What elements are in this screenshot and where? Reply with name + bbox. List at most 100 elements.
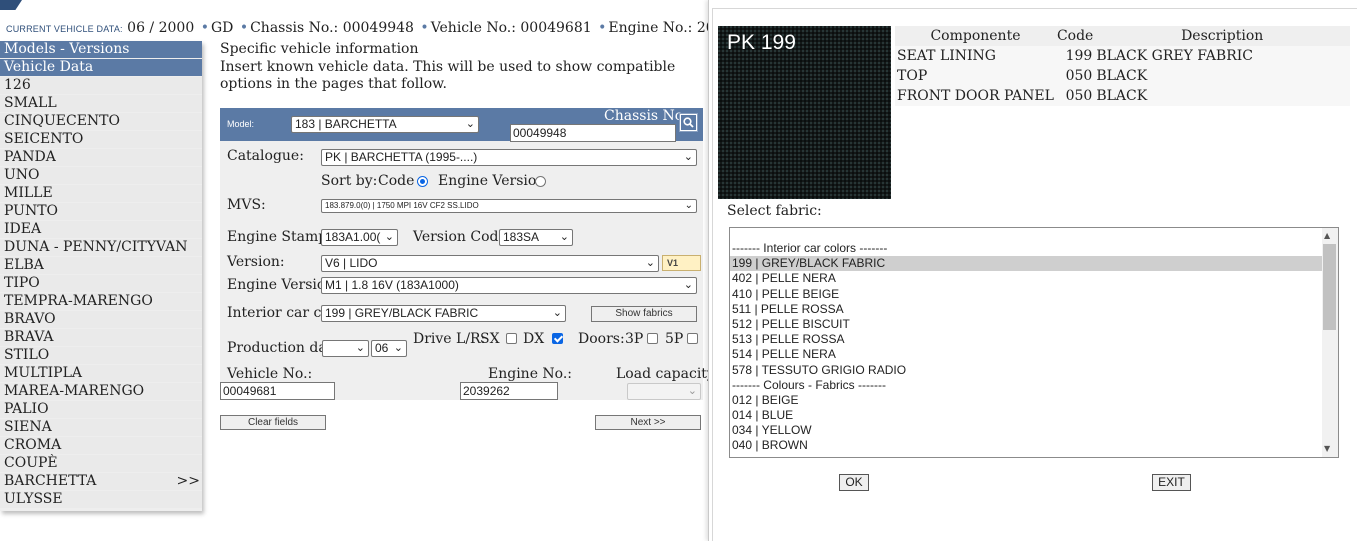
sidebar-item-marea[interactable]: MAREA-MARENGO bbox=[0, 383, 202, 400]
vehicle-no-input[interactable]: 00049681 bbox=[220, 382, 335, 400]
scrollbar-thumb[interactable] bbox=[1323, 244, 1336, 330]
list-item[interactable]: 578 | TESSUTO GRIGIO RADIO bbox=[730, 363, 1322, 378]
sidebar-header-vehicle-data[interactable]: Vehicle Data bbox=[0, 59, 202, 76]
search-button[interactable] bbox=[679, 113, 698, 132]
vehicle-date: 06 / 2000 bbox=[127, 20, 195, 36]
separator-dot: • bbox=[420, 20, 429, 36]
clear-fields-button[interactable]: Clear fields bbox=[220, 415, 326, 430]
chevron-down-icon: ⌄ bbox=[465, 118, 475, 130]
engine-no-input[interactable]: 2039262 bbox=[460, 382, 558, 400]
sort-code-radio[interactable] bbox=[417, 176, 428, 187]
drive-sx-checkbox[interactable] bbox=[506, 333, 517, 344]
chevron-down-icon: ⌄ bbox=[559, 231, 569, 243]
header-componente: Componente bbox=[895, 26, 1056, 46]
mvs-select[interactable]: 183.879.0(0) | 1750 MPI 16V CF2 SS.LIDO ⌄ bbox=[321, 199, 697, 213]
row-code: 050 bbox=[1055, 86, 1095, 106]
search-icon bbox=[681, 115, 696, 130]
production-month-select[interactable]: ⌄ bbox=[322, 340, 369, 357]
sidebar-item-mille[interactable]: MILLE bbox=[0, 185, 202, 202]
sidebar-item-punto[interactable]: PUNTO bbox=[0, 203, 202, 220]
sort-code-label: Code bbox=[378, 173, 415, 189]
list-item[interactable]: 514 | PELLE NERA bbox=[730, 347, 1322, 362]
sidebar-item-coupe[interactable]: COUPÈ bbox=[0, 455, 202, 472]
list-item[interactable]: 410 | PELLE BEIGE bbox=[730, 287, 1322, 302]
swatch-code: PK 199 bbox=[727, 31, 796, 54]
production-year-select[interactable]: 06 ⌄ bbox=[371, 340, 407, 357]
sidebar-item-multipla[interactable]: MULTIPLA bbox=[0, 365, 202, 382]
list-item[interactable]: 511 | PELLE ROSSA bbox=[730, 302, 1322, 317]
row-description: BLACK bbox=[1094, 66, 1350, 86]
sidebar-item-barchetta[interactable]: BARCHETTA >> bbox=[0, 473, 202, 490]
sidebar-item-ulysse[interactable]: ULYSSE bbox=[0, 491, 202, 508]
vehicle-market: GD bbox=[210, 20, 234, 36]
sidebar-item-palio[interactable]: PALIO bbox=[0, 401, 202, 418]
scroll-up-icon[interactable]: ▲ bbox=[1324, 231, 1330, 240]
sidebar-item-duna[interactable]: DUNA - PENNY/CITYVAN bbox=[0, 239, 202, 256]
chevron-down-icon: ⌄ bbox=[552, 307, 562, 319]
interior-select-value: 199 | GREY/BLACK FABRIC bbox=[325, 306, 479, 320]
version-code-label: Version Code: bbox=[413, 229, 512, 245]
mvs-select-value: 183.879.0(0) | 1750 MPI 16V CF2 SS.LIDO bbox=[325, 201, 479, 210]
sidebar-item-small[interactable]: SMALL bbox=[0, 95, 202, 112]
chevron-down-icon: ⌄ bbox=[393, 342, 403, 354]
sidebar: Models - Versions Vehicle Data 126 SMALL… bbox=[0, 41, 202, 511]
sidebar-item-croma[interactable]: CROMA bbox=[0, 437, 202, 454]
table-header-row: Componente Code Description bbox=[895, 26, 1350, 46]
sidebar-header-models[interactable]: Models - Versions bbox=[0, 41, 202, 58]
sidebar-item-tempra[interactable]: TEMPRA-MARENGO bbox=[0, 293, 202, 310]
sidebar-item-cinquecento[interactable]: CINQUECENTO bbox=[0, 113, 202, 130]
next-button[interactable]: Next >> bbox=[595, 415, 701, 430]
sidebar-item-siena[interactable]: SIENA bbox=[0, 419, 202, 436]
chevron-down-icon: ⌄ bbox=[683, 151, 693, 163]
sidebar-item-seicento[interactable]: SEICENTO bbox=[0, 131, 202, 148]
exit-button[interactable]: EXIT bbox=[1152, 474, 1191, 491]
list-item[interactable]: 014 | BLUE bbox=[730, 408, 1322, 423]
sidebar-item-126[interactable]: 126 bbox=[0, 77, 202, 94]
list-item[interactable]: 512 | PELLE BISCUIT bbox=[730, 317, 1322, 332]
component-table: Componente Code Description SEAT LINING … bbox=[895, 26, 1350, 106]
list-item[interactable]: 040 | BROWN bbox=[730, 438, 1322, 453]
sidebar-item-brava[interactable]: BRAVA bbox=[0, 329, 202, 346]
version-label: Version: bbox=[227, 254, 285, 270]
sidebar-item-bravo[interactable]: BRAVO bbox=[0, 311, 202, 328]
doors-5p-label: 5P bbox=[665, 331, 684, 347]
fabric-listbox[interactable]: ------- Interior car colors ------- 199 … bbox=[729, 227, 1339, 458]
engine-stamp-select[interactable]: 183A1.00(⌄ bbox=[321, 229, 398, 246]
row-description: BLACK bbox=[1094, 86, 1350, 106]
list-item[interactable]: 402 | PELLE NERA bbox=[730, 271, 1322, 286]
version-select[interactable]: V6 | LIDO ⌄ bbox=[321, 255, 659, 272]
load-capacity-select[interactable]: ⌄ bbox=[627, 383, 701, 400]
catalogue-select[interactable]: PK | BARCHETTA (1995-....) ⌄ bbox=[321, 149, 697, 166]
show-fabrics-button[interactable]: Show fabrics bbox=[591, 306, 697, 322]
sidebar-item-tipo[interactable]: TIPO bbox=[0, 275, 202, 292]
doors-3p-checkbox[interactable] bbox=[647, 333, 658, 344]
model-select[interactable]: 183 | BARCHETTA ⌄ bbox=[291, 116, 479, 133]
list-item[interactable]: 012 | BEIGE bbox=[730, 393, 1322, 408]
version-code-select[interactable]: 183SA ⌄ bbox=[499, 229, 573, 246]
sidebar-item-uno[interactable]: UNO bbox=[0, 167, 202, 184]
brand-logo-corner bbox=[0, 0, 22, 10]
sidebar-item-elba[interactable]: ELBA bbox=[0, 257, 202, 274]
info-description: Insert known vehicle data. This will be … bbox=[220, 59, 676, 92]
list-item[interactable]: 034 | YELLOW bbox=[730, 423, 1322, 438]
sort-label: Sort by: bbox=[321, 173, 378, 189]
list-item-selected[interactable]: 199 | GREY/BLACK FABRIC bbox=[730, 256, 1322, 272]
row-component: SEAT LINING bbox=[895, 46, 1056, 66]
doors-5p-checkbox[interactable] bbox=[687, 333, 698, 344]
sidebar-item-panda[interactable]: PANDA bbox=[0, 149, 202, 166]
row-code: 199 bbox=[1055, 46, 1095, 66]
sidebar-item-idea[interactable]: IDEA bbox=[0, 221, 202, 238]
ok-button[interactable]: OK bbox=[839, 474, 869, 491]
sort-engine-radio[interactable] bbox=[535, 176, 546, 187]
engine-version-select[interactable]: M1 | 1.8 16V (183A1000) ⌄ bbox=[321, 277, 697, 294]
list-item[interactable]: ------- Colours - Fabrics ------- bbox=[730, 378, 1322, 393]
sidebar-item-stilo[interactable]: STILO bbox=[0, 347, 202, 364]
chassis-input[interactable]: 00049948 bbox=[510, 124, 676, 142]
interior-select[interactable]: 199 | GREY/BLACK FABRIC ⌄ bbox=[321, 305, 566, 322]
list-item[interactable]: ------- Interior car colors ------- bbox=[730, 241, 1322, 256]
list-item[interactable]: 513 | PELLE ROSSA bbox=[730, 332, 1322, 347]
drive-dx-checkbox[interactable] bbox=[552, 333, 563, 344]
table-row: SEAT LINING 199 BLACK GREY FABRIC bbox=[895, 46, 1350, 66]
scroll-down-icon[interactable]: ▼ bbox=[1324, 444, 1330, 453]
